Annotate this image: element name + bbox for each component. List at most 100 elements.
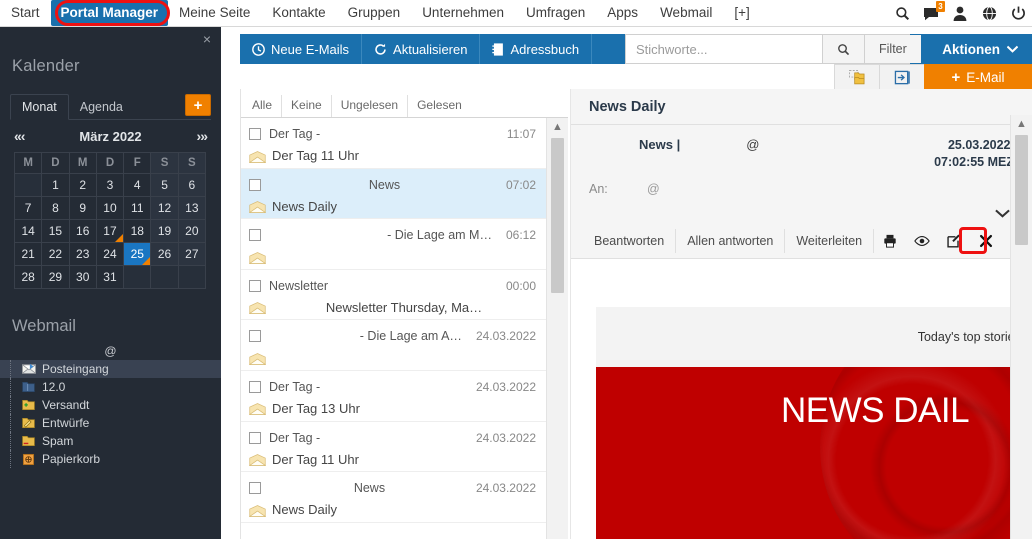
mail-item-checkbox[interactable] — [249, 178, 261, 191]
filter-tab-gelesen[interactable]: Gelesen — [407, 95, 471, 117]
mail-item-checkbox[interactable] — [249, 330, 261, 343]
calendar-day-10[interactable]: 10 — [95, 196, 125, 220]
new-mails-button[interactable]: Neue E-Mails — [240, 34, 363, 64]
nav-item-apps[interactable]: Apps — [596, 0, 649, 26]
search-input[interactable] — [626, 35, 822, 63]
mail-list-item[interactable]: - Die Lage am M… 06:12 — [241, 219, 546, 270]
filter-tab-alle[interactable]: Alle — [243, 95, 281, 117]
calendar-day-20[interactable]: 20 — [177, 219, 207, 243]
reading-pane-scrollbar[interactable]: ▲ — [1010, 115, 1032, 539]
reply-all-button[interactable]: Allen antworten — [676, 228, 786, 253]
mail-item-checkbox[interactable] — [249, 482, 261, 495]
calendar-day-24[interactable]: 24 — [95, 242, 125, 266]
calendar-day-25[interactable]: 25 — [123, 242, 152, 266]
aktionen-dropdown-button[interactable]: Aktionen — [928, 34, 1032, 64]
mail-item-checkbox[interactable] — [249, 279, 261, 292]
folder-item-spam[interactable]: Spam — [0, 432, 221, 450]
nav-item-umfragen[interactable]: Umfragen — [515, 0, 596, 26]
calendar-day-8[interactable]: 8 — [41, 196, 70, 220]
calendar-day-29[interactable]: 29 — [41, 265, 70, 289]
mail-list-item[interactable]: Der Tag - 11:07 Der Tag 11 Uhr — [241, 118, 546, 169]
mail-list-scrollbar-thumb[interactable] — [551, 138, 564, 293]
scroll-up-icon[interactable]: ▲ — [547, 118, 568, 136]
mail-item-checkbox[interactable] — [249, 229, 261, 242]
calendar-tab-monat[interactable]: Monat — [10, 94, 69, 120]
folder-item-entw-rfe[interactable]: Entwürfe — [0, 414, 221, 432]
addressbook-button[interactable]: Adressbuch — [480, 34, 593, 64]
calendar-day-7[interactable]: 7 — [13, 196, 43, 220]
calendar-day-19[interactable]: 19 — [150, 219, 179, 243]
mail-list-item[interactable]: News 07:02 News Daily — [241, 168, 546, 220]
nav-item-portal-manager[interactable]: Portal Manager — [50, 0, 169, 26]
mail-list-item[interactable]: - Die Lage am A… 24.03.2022 — [241, 320, 546, 371]
nav-item-add[interactable]: [+] — [723, 0, 760, 26]
refresh-button[interactable]: Aktualisieren — [362, 34, 481, 64]
calendar-day-9[interactable]: 9 — [68, 196, 97, 220]
folder-item-12-0[interactable]: 12.0 — [0, 378, 221, 396]
calendar-day-14[interactable]: 14 — [13, 219, 43, 243]
nav-item-gruppen[interactable]: Gruppen — [337, 0, 412, 26]
calendar-day-6[interactable]: 6 — [177, 173, 207, 197]
calendar-day-3[interactable]: 3 — [95, 173, 125, 197]
mail-list-item[interactable]: News 24.03.2022 News Daily — [241, 472, 546, 523]
calendar-day-12[interactable]: 12 — [150, 196, 179, 220]
nav-item-webmail[interactable]: Webmail — [649, 0, 723, 26]
search-submit-button[interactable] — [822, 35, 864, 63]
reading-pane-scrollbar-thumb[interactable] — [1015, 135, 1028, 245]
calendar-add-button[interactable]: + — [185, 94, 211, 116]
folder-item-versandt[interactable]: Versandt — [0, 396, 221, 414]
mail-item-checkbox[interactable] — [249, 380, 261, 393]
calendar-day-30[interactable]: 30 — [68, 265, 97, 289]
nav-item-kontakte[interactable]: Kontakte — [261, 0, 336, 26]
forward-button[interactable]: Weiterleiten — [785, 228, 875, 253]
mail-item-checkbox[interactable] — [249, 431, 261, 444]
calendar-day-26[interactable]: 26 — [150, 242, 179, 266]
edit-icon[interactable] — [938, 229, 970, 253]
filter-button[interactable]: Filter — [864, 35, 921, 63]
sidebar-close-icon[interactable]: × — [203, 32, 211, 46]
mail-list-item[interactable]: Der Tag - 24.03.2022 Der Tag 11 Uhr — [241, 421, 546, 473]
mail-item-checkbox[interactable] — [249, 128, 261, 140]
nav-item-start[interactable]: Start — [0, 0, 51, 26]
mail-list-scrollbar[interactable]: ▲ — [546, 118, 568, 539]
calendar-day-28[interactable]: 28 — [13, 265, 43, 289]
calendar-day-18[interactable]: 18 — [123, 219, 152, 243]
new-email-button[interactable]: + E-Mail — [924, 64, 1032, 91]
mail-list-item[interactable]: Newsletter 00:00 Newsletter Thursday, Ma… — [241, 269, 546, 321]
filter-tab-ungelesen[interactable]: Ungelesen — [330, 95, 407, 117]
calendar-day-22[interactable]: 22 — [41, 242, 70, 266]
calendar-day-4[interactable]: 4 — [123, 173, 152, 197]
calendar-day-17[interactable]: 17 — [95, 219, 125, 243]
close-icon[interactable] — [970, 229, 1002, 253]
calendar-day-15[interactable]: 15 — [41, 219, 70, 243]
calendar-day-11[interactable]: 11 — [123, 196, 152, 220]
calendar-day-1[interactable]: 1 — [41, 173, 70, 197]
calendar-day-16[interactable]: 16 — [68, 219, 97, 243]
archive-button[interactable] — [879, 64, 924, 91]
user-icon[interactable] — [952, 6, 968, 22]
globe-icon[interactable] — [981, 6, 997, 22]
calendar-next-button[interactable]: ›» — [197, 128, 208, 144]
mail-list-item[interactable]: Der Tag - 24.03.2022 Der Tag 13 Uhr — [241, 370, 546, 422]
reply-button[interactable]: Beantworten — [583, 228, 677, 253]
expand-header-chevron-icon[interactable] — [995, 206, 1010, 221]
search-icon[interactable] — [894, 6, 910, 22]
folder-item-posteingang[interactable]: Posteingang — [0, 360, 221, 378]
calendar-day-23[interactable]: 23 — [68, 242, 97, 266]
calendar-day-21[interactable]: 21 — [13, 242, 43, 266]
nav-item-meine-seite[interactable]: Meine Seite — [168, 0, 261, 26]
calendar-day-5[interactable]: 5 — [150, 173, 179, 197]
calendar-tab-agenda[interactable]: Agenda — [69, 95, 134, 119]
calendar-prev-button[interactable]: «‹ — [14, 128, 25, 144]
power-icon[interactable] — [1010, 6, 1026, 22]
move-to-folder-button[interactable] — [834, 64, 879, 91]
print-icon[interactable] — [874, 229, 906, 253]
filter-tab-keine[interactable]: Keine — [281, 95, 331, 117]
nav-item-unternehmen[interactable]: Unternehmen — [411, 0, 515, 26]
calendar-day-2[interactable]: 2 — [68, 173, 97, 197]
eye-icon[interactable] — [906, 229, 938, 253]
calendar-day-13[interactable]: 13 — [177, 196, 207, 220]
reader-scroll-up-icon[interactable]: ▲ — [1011, 115, 1032, 133]
calendar-day-31[interactable]: 31 — [95, 265, 125, 289]
messages-icon[interactable]: 3 — [923, 0, 945, 22]
